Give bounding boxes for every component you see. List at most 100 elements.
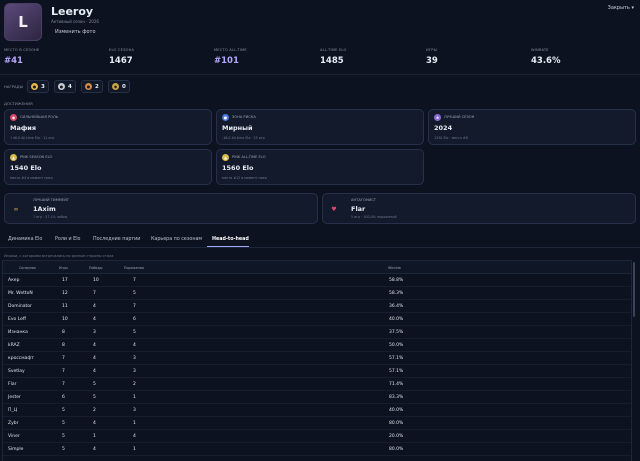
table-row[interactable]: Акер 17 10 7 58.8% <box>3 274 631 287</box>
cell-losses: 3 <box>133 356 136 361</box>
cell-wins: 1 <box>93 434 96 439</box>
table-row[interactable]: Jester 6 5 1 83.3% <box>3 391 631 404</box>
achievement-risk-zone: ● ЗОНА РИСКА Мирный -16.0 All-time Elo ·… <box>216 109 424 145</box>
cell-name: кроссмафт <box>8 356 34 361</box>
cell-name: Jester <box>8 395 21 400</box>
stat-label: МЕСТО ALL-TIME <box>214 48 247 52</box>
civilian-role-icon: ● <box>222 114 229 121</box>
table-row[interactable]: кроссмафт 7 4 3 57.1% <box>3 352 631 365</box>
cell-games: 10 <box>62 317 68 322</box>
cell-wins: 2 <box>93 408 96 413</box>
cell-wins: 4 <box>93 304 96 309</box>
divider <box>0 74 640 75</box>
stat-winrate: WINRATE 43.6% <box>531 48 561 66</box>
best-season-icon: ★ <box>434 114 441 121</box>
cell-name: Evo Leff <box>8 317 26 322</box>
award-bronze: ● 2 <box>81 80 103 93</box>
cell-winrate: 37.5% <box>389 330 404 335</box>
stat-games: ИГРЫ 39 <box>426 48 438 66</box>
stat-value: 39 <box>426 56 438 66</box>
table-row[interactable]: Dominator 11 4 7 36.4% <box>3 300 631 313</box>
achievement-peak-alltime-elo: ▲ PINK ALL-TIME ELO 1560 Elo место #12 в… <box>216 149 424 185</box>
edit-photo-button[interactable]: Изменить фото <box>55 29 96 35</box>
card-sub: место #4 в момент пика <box>10 176 53 180</box>
cell-games: 5 <box>62 434 65 439</box>
cell-name: Изнанка <box>8 330 28 335</box>
card-value: Flar <box>351 205 366 213</box>
header-losses[interactable]: Поражения <box>124 266 144 270</box>
cell-losses: 5 <box>133 291 136 296</box>
tab-recent-games[interactable]: Последние партии <box>93 237 140 242</box>
active-tab-indicator <box>207 246 249 247</box>
cell-name: Mr. WettoN <box>8 291 33 296</box>
cell-winrate: 50.0% <box>389 343 404 348</box>
table-row[interactable]: П_Ц 5 2 3 40.0% <box>3 404 631 417</box>
tab-season-career[interactable]: Карьера по сезонам <box>151 237 202 242</box>
header-winrate[interactable]: Winrate <box>388 266 401 270</box>
cell-winrate: 40.0% <box>389 408 404 413</box>
table-row[interactable]: Изнанка 8 3 5 37.5% <box>3 326 631 339</box>
header-games[interactable]: Игры <box>59 266 68 270</box>
table-row[interactable]: Viner 5 1 4 20.0% <box>3 430 631 443</box>
cell-name: Flar <box>8 382 17 387</box>
cell-losses: 4 <box>133 434 136 439</box>
cell-games: 12 <box>62 291 68 296</box>
cell-name: Акер <box>8 278 20 283</box>
tab-roles-elo[interactable]: Роли и Elo <box>55 237 80 242</box>
antagonist-card: ♥ АНТАГОНИСТ Flar 5 игр · 100.0% поражен… <box>322 193 636 224</box>
cell-name: Svetlay <box>8 369 25 374</box>
stat-alltime-rank: МЕСТО ALL-TIME #101 <box>214 48 247 66</box>
cell-name: kRAZ <box>8 343 20 348</box>
cell-winrate: 58.8% <box>389 278 404 283</box>
card-value: Мирный <box>222 124 253 132</box>
close-button[interactable]: Закрыть ▾ <box>608 5 634 11</box>
table-scrollbar[interactable] <box>633 262 635 317</box>
avatar[interactable]: L <box>4 3 42 41</box>
award-count: 3 <box>41 83 45 90</box>
cell-games: 8 <box>62 330 65 335</box>
header-wins[interactable]: Победы <box>89 266 102 270</box>
card-value: Мафия <box>10 124 37 132</box>
stat-value: #101 <box>214 56 239 66</box>
cell-losses: 2 <box>133 382 136 387</box>
table-row[interactable]: Simple 5 4 1 80.0% <box>3 443 631 456</box>
cell-games: 8 <box>62 343 65 348</box>
table-row[interactable]: Flar 7 5 2 71.4% <box>3 378 631 391</box>
close-label: Закрыть <box>607 5 630 11</box>
cell-losses: 3 <box>133 408 136 413</box>
awards-label: НАГРАДЫ <box>4 84 23 89</box>
card-sub: -16.0 All-time Elo · 25 игр <box>222 136 265 140</box>
stat-season-rank: МЕСТО В СЕЗОНЕ #41 <box>4 48 39 66</box>
cell-winrate: 40.0% <box>389 317 404 322</box>
table-row[interactable]: Zybr 5 4 1 80.0% <box>3 417 631 430</box>
cell-games: 7 <box>62 356 65 361</box>
cell-winrate: 80.0% <box>389 447 404 452</box>
card-label: ЛУЧШИЙ СЕЗОН <box>444 115 475 119</box>
special-medal-icon: ◆ <box>112 83 119 90</box>
header-opponent[interactable]: Соперник <box>19 266 36 270</box>
table-header: Соперник Игры Победы Поражения Winrate <box>3 261 631 274</box>
achievement-strongest-role: ◆ СИЛЬНЕЙШАЯ РОЛЬ Мафия +46.0 All-time E… <box>4 109 212 145</box>
mafia-role-icon: ◆ <box>10 114 17 121</box>
card-label: ЛУЧШИЙ ТИММЕЙТ <box>33 198 69 202</box>
card-label: ЗОНА РИСКА <box>232 115 256 119</box>
cell-wins: 4 <box>93 317 96 322</box>
cell-wins: 4 <box>93 356 96 361</box>
stat-label: WINRATE <box>531 48 549 52</box>
broken-heart-icon: ♥ <box>331 205 337 213</box>
silver-medal-icon: ● <box>58 83 65 90</box>
cell-losses: 1 <box>133 421 136 426</box>
table-row[interactable]: Svetlay 7 4 3 57.1% <box>3 365 631 378</box>
achievements-label: ДОСТИЖЕНИЯ <box>4 101 33 106</box>
cell-winrate: 57.1% <box>389 369 404 374</box>
tab-elo-dynamics[interactable]: Динамика Elo <box>8 237 42 242</box>
table-row[interactable]: Evo Leff 10 4 6 40.0% <box>3 313 631 326</box>
cell-name: П_Ц <box>8 408 18 413</box>
card-label: АНТАГОНИСТ <box>351 198 376 202</box>
table-row[interactable]: kRAZ 8 4 4 50.0% <box>3 339 631 352</box>
table-row[interactable]: Mr. WettoN 12 7 5 58.3% <box>3 287 631 300</box>
cell-winrate: 57.1% <box>389 356 404 361</box>
cell-name: Simple <box>8 447 24 452</box>
season-peak-icon: ▲ <box>10 154 17 161</box>
tab-head-to-head[interactable]: Head-to-head <box>212 237 249 242</box>
